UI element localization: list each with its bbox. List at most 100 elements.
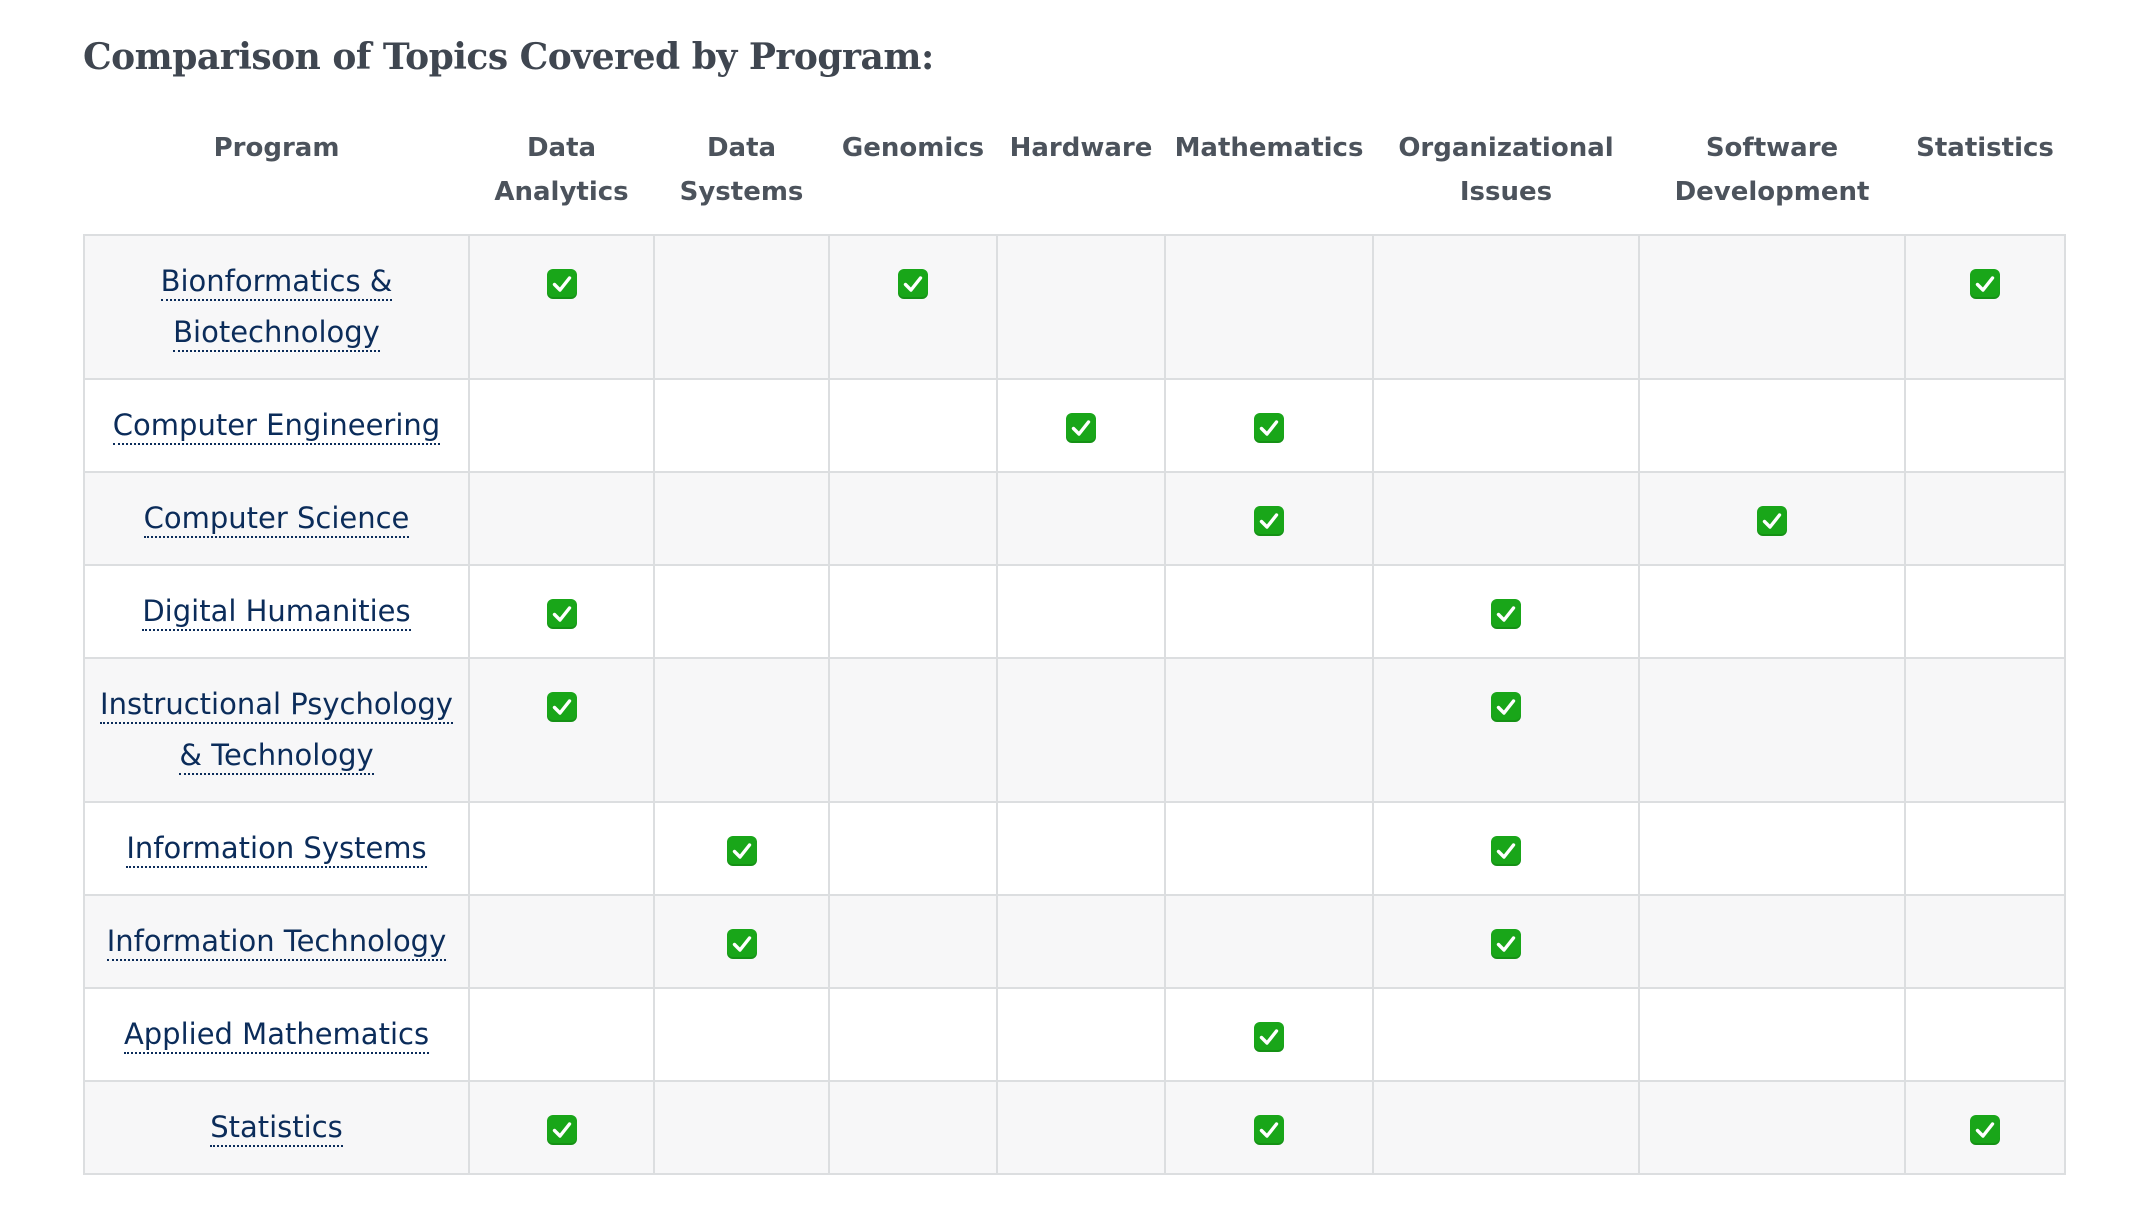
topic-cell-data-systems: [653, 378, 830, 473]
check-mark-icon: [546, 691, 577, 722]
check-mark-icon: [1066, 412, 1096, 443]
topic-cell-data-analytics: [468, 657, 655, 803]
topic-cell-genomics: [828, 564, 998, 659]
topic-cell-data-systems: [653, 234, 830, 380]
topic-cell-organizational-issues: [1372, 234, 1640, 380]
topic-cell-hardware: [996, 894, 1166, 989]
program-link[interactable]: Applied Mathematics: [123, 1017, 430, 1054]
check-mark-icon: [1254, 505, 1284, 536]
page-title: Comparison of Topics Covered by Program:: [83, 36, 934, 78]
table-row: Digital Humanities: [83, 564, 2066, 659]
topic-cell-data-analytics: [468, 1080, 655, 1175]
table-header-row: Program Data Analytics Data Systems Geno…: [84, 118, 2065, 235]
topic-cell-software-development: [1638, 471, 1906, 566]
topic-cell-hardware: [996, 234, 1166, 380]
program-link[interactable]: Information Systems: [126, 831, 427, 868]
program-link[interactable]: Computer Science: [143, 501, 410, 538]
program-link[interactable]: Computer Engineering: [112, 408, 441, 445]
topic-cell-mathematics: [1164, 378, 1374, 473]
topic-cell-data-systems: [653, 471, 830, 566]
topic-cell-hardware: [996, 801, 1166, 896]
check-mark-icon: [546, 598, 577, 629]
check-mark-icon: [1491, 928, 1521, 959]
topic-cell-data-analytics: [468, 471, 655, 566]
topic-cell-mathematics: [1164, 801, 1374, 896]
topic-cell-hardware: [996, 378, 1166, 473]
program-cell: Information Systems: [83, 801, 470, 896]
topic-cell-statistics: [1904, 234, 2066, 380]
check-mark-icon: [1491, 598, 1521, 629]
topic-cell-software-development: [1638, 657, 1906, 803]
topic-cell-software-development: [1638, 1080, 1906, 1175]
topic-cell-data-systems: [653, 657, 830, 803]
topic-cell-mathematics: [1164, 987, 1374, 1082]
topic-cell-data-systems: [653, 801, 830, 896]
check-mark-icon: [1254, 412, 1284, 443]
table-row: Computer Science: [83, 471, 2066, 566]
table-body: Bionformatics & Biotechnology Computer En…: [83, 234, 2066, 1175]
program-cell: Applied Mathematics: [83, 987, 470, 1082]
program-link[interactable]: Instructional Psychology & Technology: [100, 687, 453, 775]
table-row: Information Technology: [83, 894, 2066, 989]
program-cell: Digital Humanities: [83, 564, 470, 659]
program-link[interactable]: Information Technology: [106, 924, 447, 961]
column-header-hardware: Hardware: [1009, 133, 1153, 163]
topic-cell-statistics: [1904, 564, 2066, 659]
topic-cell-genomics: [828, 801, 998, 896]
topic-cell-genomics: [828, 987, 998, 1082]
table-row: Computer Engineering: [83, 378, 2066, 473]
topic-cell-statistics: [1904, 801, 2066, 896]
program-cell: Statistics: [83, 1080, 470, 1175]
topic-cell-genomics: [828, 471, 998, 566]
topic-cell-hardware: [996, 987, 1166, 1082]
topic-cell-statistics: [1904, 378, 2066, 473]
topic-cell-genomics: [828, 894, 998, 989]
topic-cell-hardware: [996, 471, 1166, 566]
check-mark-icon: [1970, 1114, 2000, 1145]
column-header-data-analytics: Data Analytics: [494, 133, 629, 207]
topic-cell-organizational-issues: [1372, 657, 1640, 803]
program-cell: Bionformatics & Biotechnology: [83, 234, 470, 380]
topic-cell-software-development: [1638, 234, 1906, 380]
topic-cell-organizational-issues: [1372, 471, 1640, 566]
check-mark-icon: [726, 835, 757, 866]
topic-cell-mathematics: [1164, 1080, 1374, 1175]
topic-cell-hardware: [996, 564, 1166, 659]
check-mark-icon: [1254, 1114, 1284, 1145]
topic-cell-mathematics: [1164, 657, 1374, 803]
topic-cell-data-analytics: [468, 987, 655, 1082]
check-mark-icon: [1970, 268, 2000, 299]
program-link[interactable]: Bionformatics & Biotechnology: [160, 264, 393, 352]
topic-cell-organizational-issues: [1372, 378, 1640, 473]
table-row: Instructional Psychology & Technology: [83, 657, 2066, 803]
topic-cell-data-analytics: [468, 564, 655, 659]
table-row: Information Systems: [83, 801, 2066, 896]
program-link[interactable]: Statistics: [210, 1110, 343, 1147]
table-row: Bionformatics & Biotechnology: [83, 234, 2066, 380]
topic-cell-data-analytics: [468, 801, 655, 896]
topic-cell-mathematics: [1164, 894, 1374, 989]
column-header-statistics: Statistics: [1916, 133, 2054, 163]
topic-cell-genomics: [828, 1080, 998, 1175]
topic-cell-genomics: [828, 378, 998, 473]
topic-cell-genomics: [828, 234, 998, 380]
topic-cell-statistics: [1904, 471, 2066, 566]
topic-cell-organizational-issues: [1372, 801, 1640, 896]
topic-cell-mathematics: [1164, 564, 1374, 659]
column-header-genomics: Genomics: [841, 133, 985, 163]
column-header-data-systems: Data Systems: [679, 133, 804, 207]
column-header-software-development: Software Development: [1674, 133, 1870, 207]
column-header-organizational-issues: Organizational Issues: [1398, 133, 1614, 207]
topic-cell-software-development: [1638, 564, 1906, 659]
topic-cell-software-development: [1638, 987, 1906, 1082]
program-link[interactable]: Digital Humanities: [142, 594, 411, 631]
program-cell: Instructional Psychology & Technology: [83, 657, 470, 803]
table-row: Applied Mathematics: [83, 987, 2066, 1082]
topic-cell-statistics: [1904, 987, 2066, 1082]
topic-cell-data-systems: [653, 564, 830, 659]
topic-cell-data-analytics: [468, 378, 655, 473]
topic-cell-organizational-issues: [1372, 1080, 1640, 1175]
topic-cell-organizational-issues: [1372, 564, 1640, 659]
topic-cell-mathematics: [1164, 471, 1374, 566]
topic-cell-hardware: [996, 1080, 1166, 1175]
